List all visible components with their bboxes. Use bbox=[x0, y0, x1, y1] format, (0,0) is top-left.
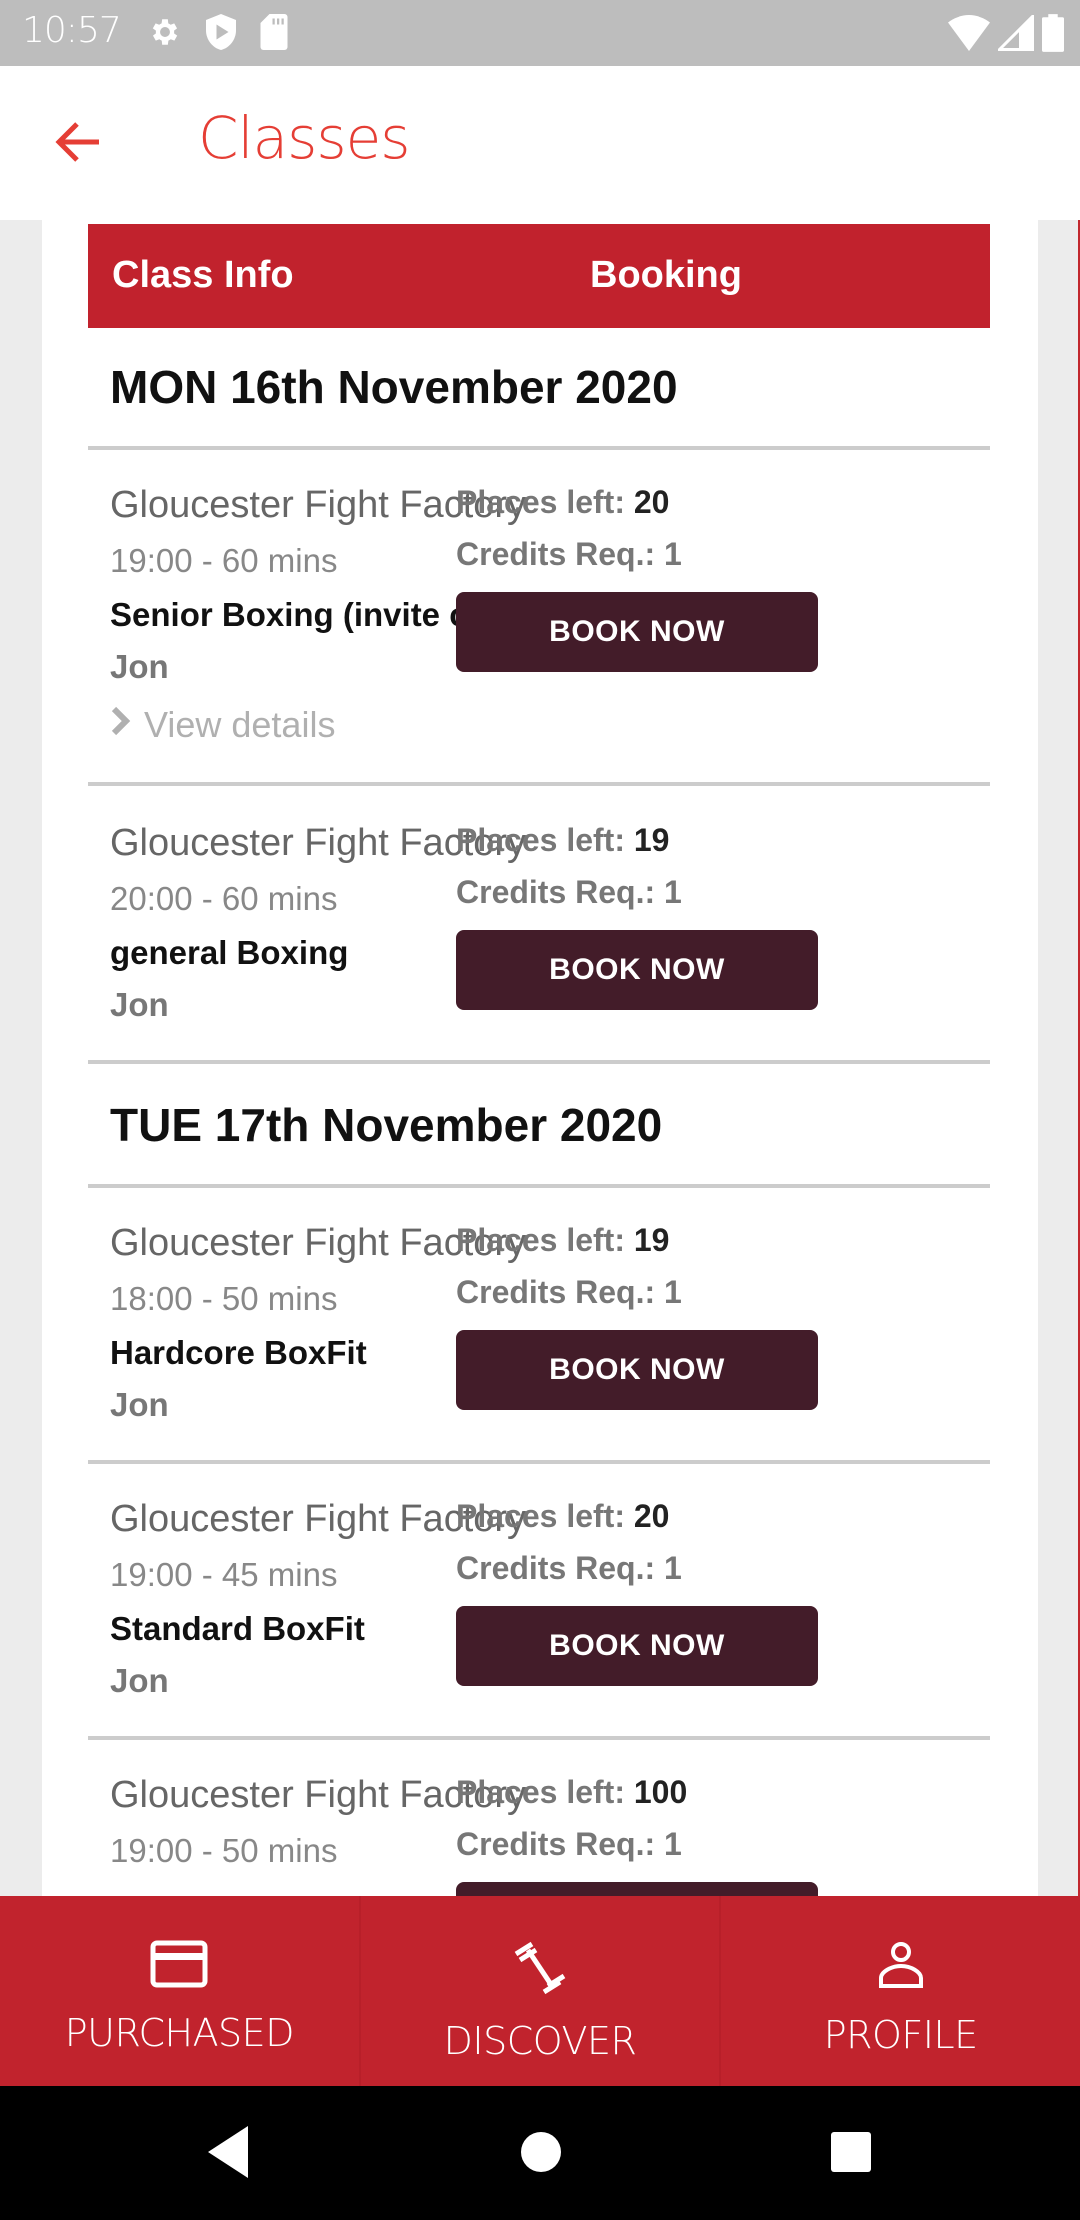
date-heading: MON 16th November 2020 bbox=[110, 361, 678, 413]
places-label: Places left: bbox=[456, 1774, 625, 1810]
places-label: Places left: bbox=[456, 484, 625, 520]
class-name: Standard BoxFit bbox=[110, 1610, 365, 1647]
credits-label: Credits Req.: bbox=[456, 1550, 656, 1586]
instructor: Jon bbox=[110, 1662, 169, 1699]
places-left: Places left: 19 bbox=[456, 1222, 669, 1259]
book-now-button[interactable]: BOOK NOW bbox=[456, 930, 818, 1010]
credits-label: Credits Req.: bbox=[456, 1826, 656, 1862]
places-label: Places left: bbox=[456, 822, 625, 858]
class-time: 19:00 - 60 mins bbox=[110, 542, 338, 579]
book-now-button[interactable]: BOOK NOW bbox=[456, 1330, 818, 1410]
book-now-button[interactable]: BOOK NOW bbox=[456, 1606, 818, 1686]
arrow-left-icon bbox=[53, 120, 103, 169]
class-time: 19:00 - 50 mins bbox=[110, 1832, 338, 1869]
class-time: 20:00 - 60 mins bbox=[110, 880, 338, 917]
date-heading: TUE 17th November 2020 bbox=[110, 1099, 663, 1151]
credits-value: 1 bbox=[664, 1826, 682, 1862]
nav-purchased[interactable]: PURCHASED bbox=[0, 1896, 361, 2086]
status-time: 10:57 bbox=[22, 10, 122, 51]
nav-discover[interactable]: DISCOVER bbox=[360, 1896, 722, 2086]
nav-label: PURCHASED bbox=[64, 2011, 295, 2055]
column-header-booking: Booking bbox=[590, 254, 742, 296]
status-bar: 10:57 bbox=[0, 0, 1080, 66]
divider bbox=[88, 1460, 990, 1464]
recents-square-icon[interactable] bbox=[830, 2122, 872, 2187]
credits-required: Credits Req.: 1 bbox=[456, 1826, 682, 1863]
credits-required: Credits Req.: 1 bbox=[456, 874, 682, 911]
sd-card-icon bbox=[260, 14, 288, 55]
view-details-label: View details bbox=[144, 704, 336, 745]
person-icon bbox=[876, 1940, 926, 1995]
places-left: Places left: 20 bbox=[456, 1498, 669, 1535]
instructor: Jon bbox=[110, 986, 169, 1023]
places-value: 100 bbox=[633, 1774, 688, 1810]
app-bar: Classes bbox=[0, 66, 1080, 220]
column-header-class-info: Class Info bbox=[112, 254, 294, 296]
nav-profile[interactable]: PROFILE bbox=[721, 1896, 1080, 2086]
book-now-button[interactable]: BOOK NOW bbox=[456, 592, 818, 672]
nav-label: PROFILE bbox=[823, 2013, 978, 2057]
class-time: 18:00 - 50 mins bbox=[110, 1280, 338, 1317]
home-circle-icon[interactable] bbox=[520, 2122, 562, 2187]
credits-label: Credits Req.: bbox=[456, 536, 656, 572]
credits-required: Credits Req.: 1 bbox=[456, 536, 682, 573]
book-now-button[interactable] bbox=[456, 1882, 818, 1896]
credits-label: Credits Req.: bbox=[456, 1274, 656, 1310]
signal-icon bbox=[995, 12, 1034, 56]
divider bbox=[88, 1736, 990, 1740]
class-time: 19:00 - 45 mins bbox=[110, 1556, 338, 1593]
class-name: general Boxing bbox=[110, 934, 349, 971]
instructor: Jon bbox=[110, 1386, 169, 1423]
divider bbox=[88, 782, 990, 786]
credits-label: Credits Req.: bbox=[456, 874, 656, 910]
back-triangle-icon[interactable] bbox=[204, 2122, 250, 2187]
divider bbox=[88, 446, 990, 450]
divider bbox=[88, 1060, 990, 1064]
places-label: Places left: bbox=[456, 1498, 625, 1534]
credits-value: 1 bbox=[664, 1550, 682, 1586]
places-left: Places left: 20 bbox=[456, 484, 669, 521]
wifi-icon bbox=[948, 15, 990, 56]
view-details-link[interactable]: View details bbox=[110, 704, 335, 746]
nav-label: DISCOVER bbox=[443, 2019, 637, 2063]
credits-required: Credits Req.: 1 bbox=[456, 1550, 682, 1587]
places-value: 19 bbox=[633, 1222, 670, 1258]
class-name: Hardcore BoxFit bbox=[110, 1334, 367, 1371]
bottom-navigation: PURCHASED DISCOVER PROFILE bbox=[0, 1896, 1080, 2086]
system-navigation-bar bbox=[0, 2086, 1080, 2220]
places-label: Places left: bbox=[456, 1222, 625, 1258]
dumbbell-icon bbox=[510, 1940, 570, 2001]
class-list[interactable]: Class Info Booking MON 16th November 202… bbox=[42, 220, 1038, 1896]
settings-icon bbox=[148, 15, 182, 54]
places-left: Places left: 100 bbox=[456, 1774, 687, 1811]
places-value: 20 bbox=[633, 1498, 670, 1534]
instructor: Jon bbox=[110, 648, 169, 685]
places-value: 20 bbox=[633, 484, 670, 520]
divider bbox=[88, 1184, 990, 1188]
credits-required: Credits Req.: 1 bbox=[456, 1274, 682, 1311]
chevron-right-icon bbox=[110, 704, 132, 746]
credits-value: 1 bbox=[664, 1274, 682, 1310]
table-header: Class Info Booking bbox=[88, 224, 990, 328]
shield-play-icon bbox=[206, 14, 236, 55]
places-value: 19 bbox=[633, 822, 670, 858]
credit-card-icon bbox=[150, 1940, 208, 1993]
places-left: Places left: 19 bbox=[456, 822, 669, 859]
credits-value: 1 bbox=[664, 536, 682, 572]
battery-icon bbox=[1042, 14, 1064, 57]
back-button[interactable] bbox=[48, 114, 108, 174]
page-title: Classes bbox=[198, 104, 410, 172]
credits-value: 1 bbox=[664, 874, 682, 910]
